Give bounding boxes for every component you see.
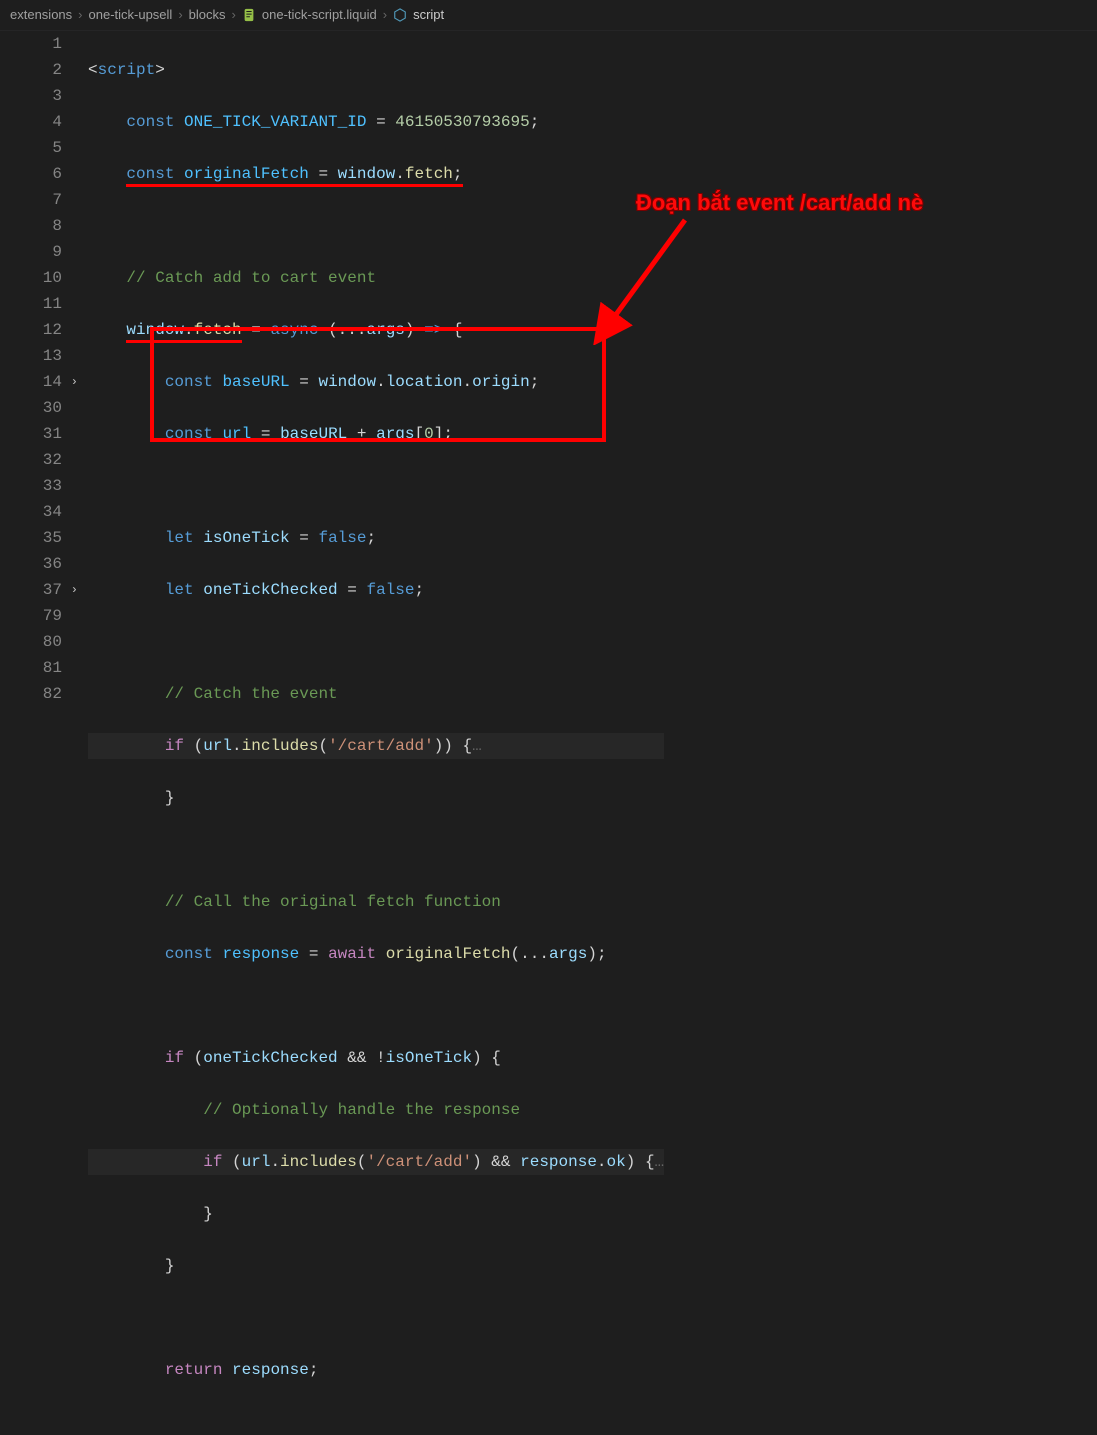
code-line[interactable]: if (oneTickChecked && !isOneTick) {	[88, 1045, 664, 1071]
code-line[interactable]: let isOneTick = false;	[88, 525, 664, 551]
breadcrumb-separator: ›	[383, 2, 387, 28]
code-line[interactable]	[88, 629, 664, 655]
code-line[interactable]: }	[88, 1201, 664, 1227]
code-line[interactable]: return response;	[88, 1357, 664, 1383]
shopify-file-icon	[242, 8, 256, 22]
code-editor[interactable]: 1 2 3 4 5 6 7 8 9 10 11 12 13 14› 30 31 …	[0, 31, 1097, 1435]
code-line[interactable]	[88, 993, 664, 1019]
code-line[interactable]: <script>	[88, 57, 664, 83]
line-number: 13	[0, 343, 62, 369]
code-line[interactable]: }	[88, 1253, 664, 1279]
line-number: 33	[0, 473, 62, 499]
code-line[interactable]: const response = await originalFetch(...…	[88, 941, 664, 967]
line-number: 80	[0, 629, 62, 655]
code-content[interactable]: <script> const ONE_TICK_VARIANT_ID = 461…	[80, 31, 664, 1435]
line-number: 7	[0, 187, 62, 213]
line-number: 10	[0, 265, 62, 291]
line-number: 82	[0, 681, 62, 707]
line-number: 79	[0, 603, 62, 629]
line-number: 6	[0, 161, 62, 187]
line-number: 35	[0, 525, 62, 551]
line-number: 4	[0, 109, 62, 135]
line-number-gutter: 1 2 3 4 5 6 7 8 9 10 11 12 13 14› 30 31 …	[0, 31, 80, 707]
code-line[interactable]: // Catch add to cart event	[88, 265, 664, 291]
fold-chevron-icon[interactable]: ›	[71, 577, 78, 603]
line-number: 3	[0, 83, 62, 109]
fold-chevron-icon[interactable]: ›	[71, 369, 78, 395]
code-line[interactable]: const ONE_TICK_VARIANT_ID = 461505307936…	[88, 109, 664, 135]
code-line[interactable]: // Optionally handle the response	[88, 1097, 664, 1123]
line-number: 8	[0, 213, 62, 239]
line-number: 36	[0, 551, 62, 577]
line-number: 37›	[0, 577, 62, 603]
line-number: 11	[0, 291, 62, 317]
line-number: 34	[0, 499, 62, 525]
breadcrumb-segment[interactable]: blocks	[189, 2, 226, 28]
line-number: 9	[0, 239, 62, 265]
code-line[interactable]	[88, 837, 664, 863]
line-number: 30	[0, 395, 62, 421]
code-line[interactable]: if (url.includes('/cart/add')) {…	[88, 733, 664, 759]
code-line[interactable]: // Catch the event	[88, 681, 664, 707]
code-line[interactable]	[88, 473, 664, 499]
breadcrumb-segment[interactable]: script	[413, 2, 444, 28]
line-number: 31	[0, 421, 62, 447]
breadcrumb-separator: ›	[232, 2, 236, 28]
breadcrumb-separator: ›	[78, 2, 82, 28]
line-number: 14›	[0, 369, 62, 395]
code-line[interactable]: if (url.includes('/cart/add') && respons…	[88, 1149, 664, 1175]
breadcrumb-segment[interactable]: extensions	[10, 2, 72, 28]
breadcrumb-separator: ›	[178, 2, 182, 28]
breadcrumb-segment[interactable]: one-tick-script.liquid	[262, 2, 377, 28]
code-line[interactable]	[88, 1305, 664, 1331]
code-line[interactable]	[88, 213, 664, 239]
line-number: 12	[0, 317, 62, 343]
code-line[interactable]: const url = baseURL + args[0];	[88, 421, 664, 447]
code-line[interactable]: let oneTickChecked = false;	[88, 577, 664, 603]
symbol-module-icon	[393, 8, 407, 22]
breadcrumb[interactable]: extensions › one-tick-upsell › blocks › …	[0, 0, 1097, 31]
line-number: 81	[0, 655, 62, 681]
code-line[interactable]: }	[88, 785, 664, 811]
code-line[interactable]: const originalFetch = window.fetch;	[88, 161, 664, 187]
line-number: 1	[0, 31, 62, 57]
code-line[interactable]: const baseURL = window.location.origin;	[88, 369, 664, 395]
line-number: 2	[0, 57, 62, 83]
code-line[interactable]: window.fetch = async (...args) => {	[88, 317, 664, 343]
breadcrumb-segment[interactable]: one-tick-upsell	[89, 2, 173, 28]
line-number: 5	[0, 135, 62, 161]
line-number: 32	[0, 447, 62, 473]
code-line[interactable]: // Call the original fetch function	[88, 889, 664, 915]
